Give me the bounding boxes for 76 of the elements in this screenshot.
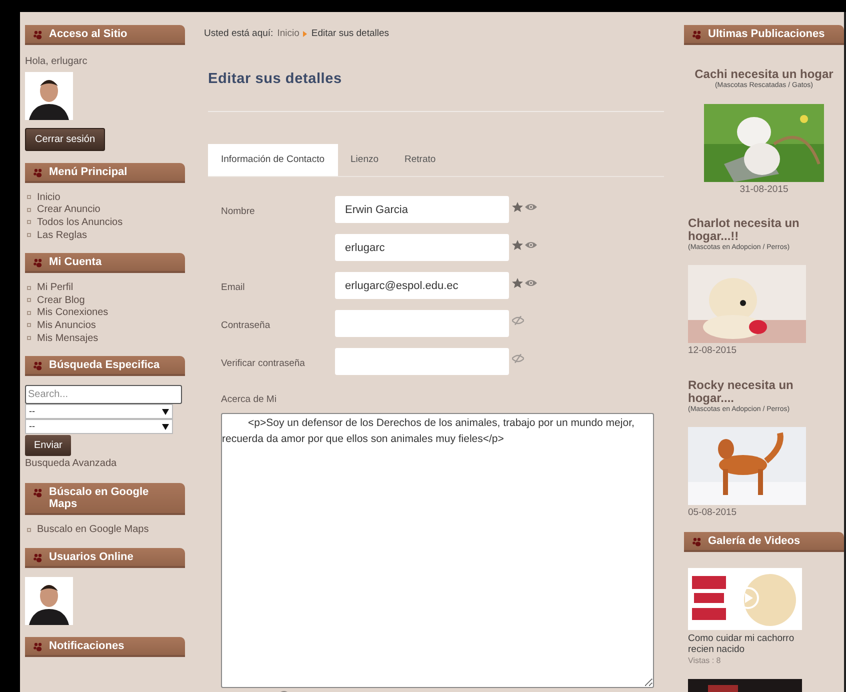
post-title: Charlot necesita un hogar...!!: [688, 216, 800, 243]
module-title: Galería de Videos: [708, 535, 800, 548]
bullet-icon: [27, 220, 31, 224]
text-field[interactable]: erlugarc: [335, 234, 509, 261]
logout-button[interactable]: Cerrar sesión: [25, 128, 106, 151]
paw-icon: [33, 552, 43, 563]
avatar: [25, 576, 73, 625]
tab[interactable]: Información de Contacto: [208, 144, 338, 176]
video-title: Como cuidar mi cachorro recien nacido: [688, 633, 796, 656]
module-title: Menú Principal: [49, 166, 128, 178]
paw-icon: [33, 168, 43, 178]
dropdown-arrow-icon: [162, 424, 169, 430]
menu-link[interactable]: Buscalo en Google Maps: [37, 522, 149, 538]
breadcrumb-link[interactable]: Editar sus detalles: [311, 27, 389, 42]
menu-link[interactable]: Mis Conexiones: [37, 305, 108, 320]
module-title: Ultimas Publicaciones: [708, 28, 825, 40]
about-textarea[interactable]: <p>Soy un defensor de los Derechos de los animales, trabajo por un mundo mejor, recuerda da amor por que ellos son animales muy fieles</p>: [221, 413, 654, 688]
breadcrumb-arrow-icon: [303, 31, 308, 38]
greeting: Hola, erlugarc: [25, 55, 88, 69]
bullet-icon: [27, 310, 31, 315]
dropdown-arrow-icon: [162, 408, 169, 415]
text-field[interactable]: Erwin Garcia: [335, 196, 509, 223]
field-label: Email: [221, 282, 245, 292]
submit-button[interactable]: Enviar: [25, 435, 72, 456]
post-date: 31-08-2015: [740, 182, 788, 196]
advanced-search-link[interactable]: Busqueda Avanzada: [25, 456, 117, 472]
avatar: [25, 72, 73, 120]
video-views: Vistas : 8: [688, 655, 721, 668]
menu-link[interactable]: Las Reglas: [37, 228, 88, 243]
module-title: Búsqueda Especifica: [49, 359, 160, 372]
paw-icon: [33, 258, 43, 268]
bullet-icon: [27, 195, 31, 200]
menu-link[interactable]: Mi Perfil: [37, 280, 74, 296]
post-date: 05-08-2015: [688, 506, 737, 520]
select-dropdown[interactable]: --: [25, 404, 173, 420]
paw-icon: [33, 361, 43, 372]
field-label: Nombre: [221, 206, 255, 216]
paw-icon: [692, 537, 702, 548]
tab[interactable]: Lienzo: [338, 144, 392, 176]
bullet-icon: [27, 323, 31, 328]
text-field[interactable]: [335, 310, 509, 337]
module-title: Acceso al Sitio: [49, 28, 128, 40]
field-label: Acerca de Mi: [221, 394, 276, 405]
menu-link[interactable]: Mis Mensajes: [37, 330, 98, 346]
bullet-icon: [27, 286, 31, 290]
search-field[interactable]: Search...: [25, 385, 182, 404]
paw-icon: [692, 30, 702, 40]
bullet-icon: [27, 233, 31, 238]
page-title: Editar sus detalles: [208, 70, 343, 90]
paw-icon: [33, 642, 43, 652]
bullet-icon: [27, 336, 31, 340]
paw-icon: [33, 488, 43, 498]
menu-link[interactable]: Mis Anuncios: [37, 318, 96, 333]
bullet-icon: [27, 208, 31, 212]
tab[interactable]: Retrato: [392, 144, 449, 176]
module-title: Mi Cuenta: [49, 256, 102, 268]
select-dropdown[interactable]: --: [25, 419, 173, 434]
menu-link[interactable]: Crear Blog: [37, 292, 85, 308]
breadcrumb-link[interactable]: Inicio: [277, 27, 300, 42]
breadcrumb-label: Usted está aquí:: [204, 27, 274, 41]
text-field[interactable]: [335, 348, 509, 375]
post-date: 12-08-2015: [688, 344, 737, 358]
menu-link[interactable]: Todos los Anuncios: [37, 214, 123, 230]
module-title: Usuarios Online: [49, 550, 134, 563]
module-title: Búscalo en Google Maps: [49, 486, 150, 510]
field-label: Contraseña: [221, 320, 270, 330]
post-title: Cachi necesita un hogar: [694, 68, 834, 81]
bullet-icon: [27, 298, 31, 302]
menu-link[interactable]: Crear Anuncio: [37, 202, 100, 218]
post-title: Rocky necesita un hogar....: [688, 378, 794, 404]
bullet-icon: [27, 528, 31, 532]
menu-link[interactable]: Inicio: [37, 190, 60, 205]
field-label: Verificar contraseña: [221, 358, 305, 368]
module-title: Notificaciones: [49, 640, 124, 652]
paw-icon: [33, 30, 43, 40]
text-field[interactable]: erlugarc@espol.edu.ec: [335, 272, 509, 299]
